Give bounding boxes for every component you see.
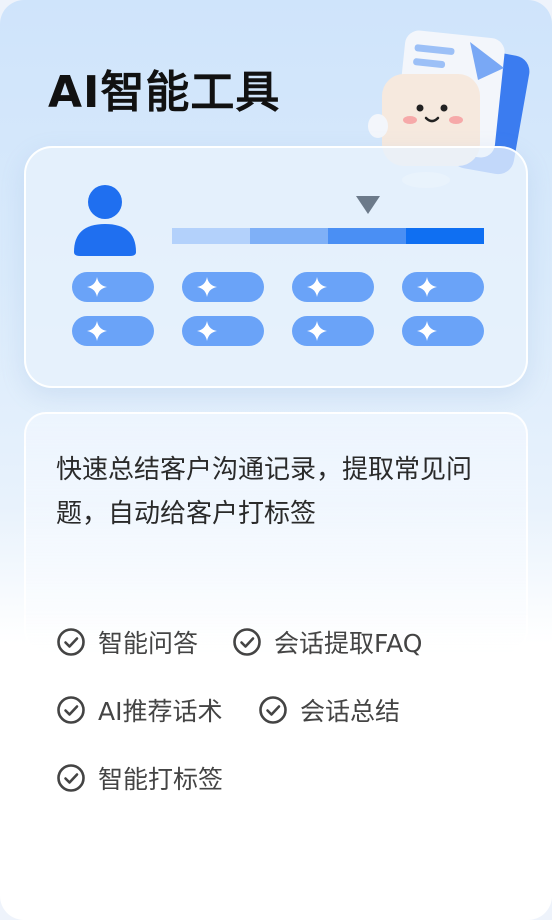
feature-item: 智能打标签 [56,760,223,796]
feature-label: AI推荐话术 [98,697,223,726]
card-title: AI智能工具 [48,67,281,118]
feature-item: 会话提取FAQ [232,624,422,660]
progress-bar [172,228,484,244]
description-text: 快速总结客户沟通记录，提取常见问题，自动给客户打标签 [56,455,473,529]
feature-label: 会话总结 [300,697,401,726]
check-circle-icon [57,764,85,792]
feature-label: 智能问答 [98,629,199,658]
sparkle-icon [87,277,107,297]
check-circle-icon [57,696,85,724]
sparkle-icon [307,321,327,341]
progress-segment [172,228,250,244]
progress-segment [328,228,406,244]
sparkle-pill [402,272,484,302]
feature-label: 会话提取FAQ [274,629,423,658]
sparkle-icon [87,321,107,341]
check-circle-icon [259,696,287,724]
sparkle-icon [417,321,437,341]
sparkle-pill [292,316,374,346]
pill-grid [72,272,484,346]
sparkle-icon [307,277,327,297]
feature-item: AI推荐话术 [56,692,222,728]
feature-item: 会话总结 [258,692,400,728]
check-circle-icon [57,628,85,656]
sparkle-pill [72,272,154,302]
check-circle-icon [233,628,261,656]
feature-label: 智能打标签 [98,765,224,794]
sparkle-pill [182,272,264,302]
sparkle-pill [72,316,154,346]
sparkle-icon [197,321,217,341]
feature-item: 智能问答 [56,624,198,660]
sparkle-pill [402,316,484,346]
illustration-panel [24,146,528,388]
progress-segment [406,228,484,244]
sparkle-pill [182,316,264,346]
user-avatar-icon [74,185,136,256]
progress-segment [250,228,328,244]
sparkle-icon [417,277,437,297]
sparkle-icon [197,277,217,297]
ai-tool-card[interactable]: AI智能工具 快速总结客户沟通记录，提取常见问题，自动给客户打标签 智能问答 会… [0,0,552,920]
progress-marker-icon [356,196,380,214]
sparkle-pill [292,272,374,302]
